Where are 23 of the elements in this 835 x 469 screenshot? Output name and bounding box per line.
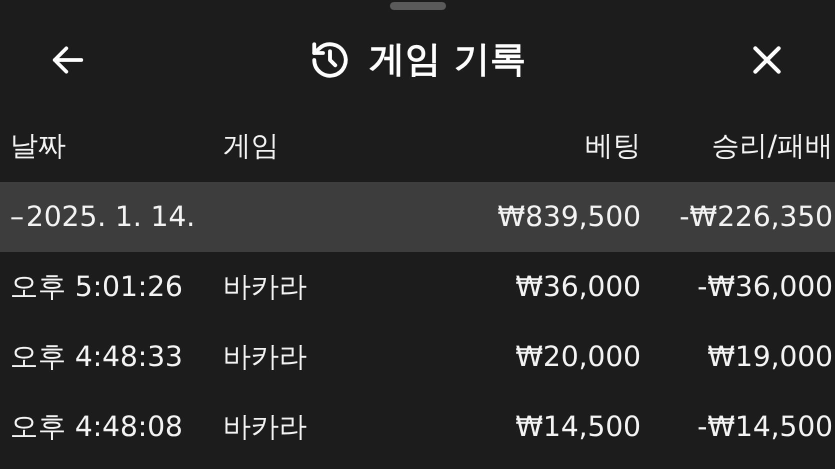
column-header: 게임 bbox=[222, 128, 280, 164]
table-cell-text: ₩20,000 bbox=[515, 339, 642, 375]
column-header: 승리/패배 bbox=[712, 128, 834, 164]
table-cell-text: 오후 4:48:08 bbox=[9, 409, 184, 445]
drag-handle[interactable] bbox=[390, 2, 446, 10]
table-cell-text: 바카라 bbox=[222, 339, 308, 375]
table-cell-text: 바카라 bbox=[222, 269, 308, 305]
table-cell-text: -₩14,500 bbox=[697, 409, 834, 445]
table-cell-text: 바카라 bbox=[222, 409, 308, 445]
collapse-toggle[interactable]: – bbox=[10, 196, 24, 238]
group-date: 2025. 1. 14. bbox=[26, 199, 196, 235]
table-cell-text: ₩14,500 bbox=[515, 409, 642, 445]
table-cell-text: -₩36,000 bbox=[697, 269, 834, 305]
column-header: 베팅 bbox=[585, 128, 642, 164]
column-header: 날짜 bbox=[9, 128, 67, 164]
table-cell-text: 오후 4:48:33 bbox=[9, 339, 184, 375]
table-cell-text: 오후 5:01:26 bbox=[9, 269, 184, 305]
table-cell-text: ₩36,000 bbox=[515, 269, 642, 305]
date-group-row[interactable]: –2025. 1. 14. ₩839,500 -₩226,350 bbox=[0, 182, 835, 252]
table-cell-text: ₩19,000 bbox=[707, 339, 834, 375]
window-title: 게임 기록 bbox=[369, 38, 526, 82]
table-cell-text: ₩839,500 bbox=[498, 199, 642, 235]
table-cell-text: -₩226,350 bbox=[679, 199, 834, 235]
